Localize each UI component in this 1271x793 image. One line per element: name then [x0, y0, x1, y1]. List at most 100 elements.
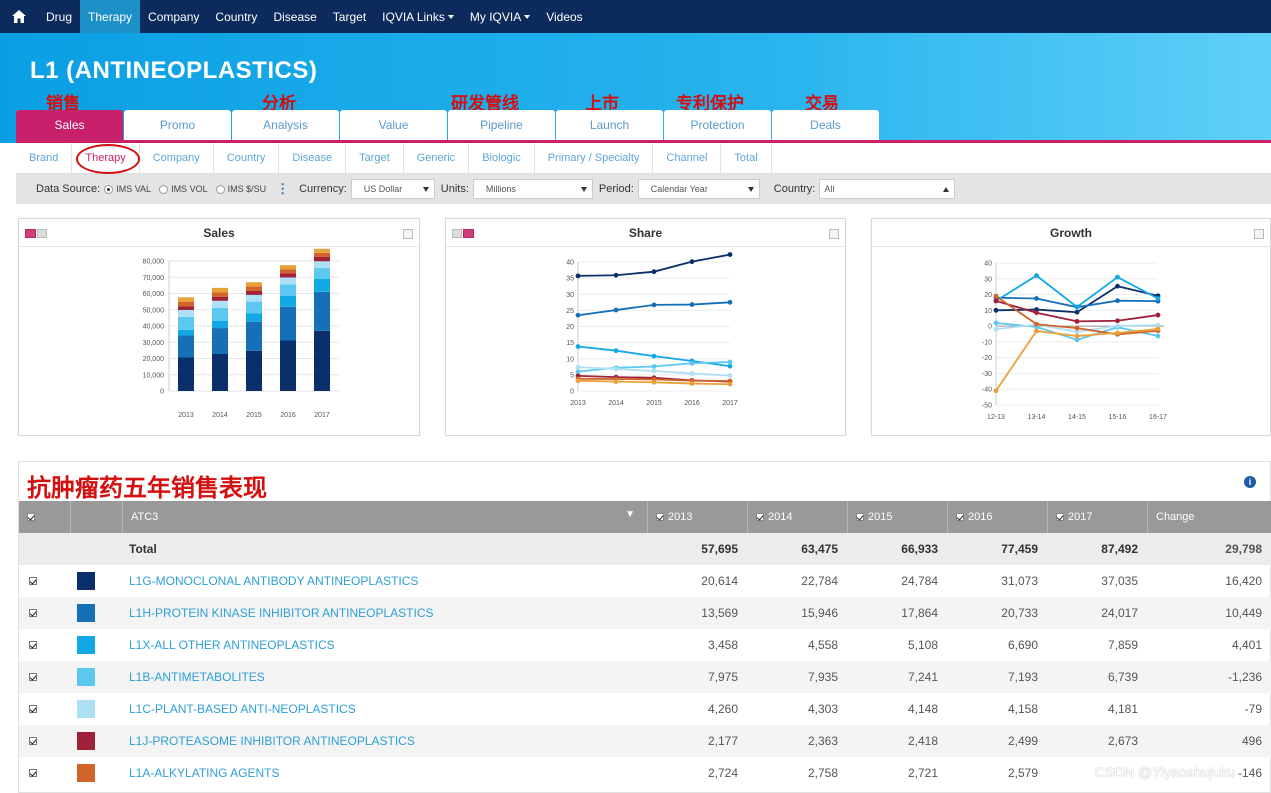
row-checkbox[interactable]: [29, 737, 37, 745]
tab-launch[interactable]: Launch: [556, 110, 663, 140]
row-2014: 15,946: [801, 606, 838, 620]
header-2016[interactable]: 2016: [948, 501, 1048, 533]
data-point: [1034, 328, 1039, 334]
row-name-link[interactable]: L1X-ALL OTHER ANTINEOPLASTICS: [123, 629, 648, 661]
subtab-target[interactable]: Target: [346, 143, 404, 173]
subtab-brand[interactable]: Brand: [16, 143, 73, 173]
header-2015[interactable]: 2015: [848, 501, 948, 533]
header-atc3[interactable]: ATC3 ▼: [123, 501, 648, 533]
tab-deals[interactable]: Deals: [772, 110, 879, 140]
row-checkbox[interactable]: [29, 673, 37, 681]
checkbox[interactable]: [756, 513, 764, 521]
currency-select[interactable]: US Dollar: [350, 179, 435, 199]
expand-icon[interactable]: [829, 229, 839, 239]
subtab-channel[interactable]: Channel: [653, 143, 722, 173]
checkbox[interactable]: [27, 513, 35, 521]
row-checkbox[interactable]: [29, 577, 37, 585]
tab-pipeline[interactable]: Pipeline: [448, 110, 555, 140]
radio-ims-val[interactable]: IMS VAL: [104, 184, 151, 194]
units-select[interactable]: Millions: [472, 179, 593, 199]
nav-company[interactable]: Company: [140, 0, 207, 33]
nav-disease[interactable]: Disease: [265, 0, 324, 33]
data-point: [575, 369, 581, 375]
checkbox[interactable]: [1056, 513, 1064, 521]
period-select[interactable]: Calendar Year: [637, 179, 760, 199]
x-tick-label: 2013: [178, 412, 194, 419]
subtab-generic[interactable]: Generic: [404, 143, 470, 173]
info-icon[interactable]: i: [1244, 476, 1256, 488]
table-icon[interactable]: [37, 229, 47, 238]
nav-drug[interactable]: Drug: [38, 0, 80, 33]
expand-icon[interactable]: [403, 229, 413, 239]
tab-value[interactable]: Value: [340, 110, 447, 140]
expand-icon[interactable]: [1254, 229, 1264, 239]
checkbox[interactable]: [956, 513, 964, 521]
tab-promo[interactable]: Promo: [124, 110, 231, 140]
data-point: [613, 379, 619, 385]
radio-ims-su[interactable]: IMS $/SU: [215, 184, 266, 194]
subtab-biologic[interactable]: Biologic: [469, 143, 535, 173]
subtab-country[interactable]: Country: [214, 143, 280, 173]
row-name-link[interactable]: L1H-PROTEIN KINASE INHIBITOR ANTINEOPLAS…: [123, 597, 648, 629]
header-2013[interactable]: 2013: [648, 501, 748, 533]
bar-chart-icon[interactable]: [452, 229, 462, 238]
nav-iqvia-links[interactable]: IQVIA Links: [374, 0, 462, 33]
row-name-link[interactable]: L1G-MONOCLONAL ANTIBODY ANTINEOPLASTICS: [123, 565, 648, 597]
tab-analysis[interactable]: Analysis: [232, 110, 339, 140]
y-tick-label: -30: [982, 371, 992, 378]
row-name-link[interactable]: L1J-PROTEASOME INHIBITOR ANTINEOPLASTICS: [123, 725, 648, 757]
tab-sales[interactable]: Sales: [16, 110, 123, 140]
nav-therapy[interactable]: Therapy: [80, 0, 141, 33]
subtab-total[interactable]: Total: [721, 143, 772, 173]
data-point: [1074, 318, 1080, 324]
bar-segment: [280, 277, 296, 285]
subtab-company[interactable]: Company: [140, 143, 214, 173]
checkbox[interactable]: [856, 513, 864, 521]
more-options-icon[interactable]: ⋮: [276, 181, 289, 197]
filter-icon[interactable]: ▼: [625, 509, 635, 520]
bar-segment: [178, 297, 194, 302]
row-checkbox[interactable]: [29, 609, 37, 617]
data-point: [689, 259, 695, 265]
tab-protection[interactable]: Protection: [664, 110, 771, 140]
subtab-primary-specialty[interactable]: Primary / Specialty: [535, 143, 654, 173]
header-select-all[interactable]: [19, 501, 71, 533]
data-point: [1034, 273, 1039, 279]
header-2014[interactable]: 2014: [748, 501, 848, 533]
row-checkbox[interactable]: [29, 705, 37, 713]
row-checkbox[interactable]: [29, 769, 37, 777]
nav-my-iqvia[interactable]: My IQVIA: [462, 0, 538, 33]
row-checkbox-cell: [19, 725, 71, 757]
bar-segment: [246, 350, 262, 391]
bar-segment: [280, 340, 296, 391]
row-name: Total: [129, 542, 157, 556]
bar-chart-icon[interactable]: [25, 229, 36, 238]
row-name-link[interactable]: L1A-ALKYLATING AGENTS: [123, 757, 648, 789]
page-title: L1 (ANTINEOPLASTICS): [30, 57, 318, 84]
country-select[interactable]: All: [819, 179, 956, 199]
bar-segment: [246, 313, 262, 322]
nav-videos[interactable]: Videos: [538, 0, 590, 33]
subtab-therapy[interactable]: Therapy: [72, 143, 141, 174]
data-point: [1115, 330, 1120, 336]
radio-ims-vol[interactable]: IMS VOL: [159, 184, 208, 194]
subtab-disease[interactable]: Disease: [279, 143, 347, 173]
nav-country[interactable]: Country: [207, 0, 265, 33]
checkbox[interactable]: [656, 513, 664, 521]
header-2017[interactable]: 2017: [1048, 501, 1148, 533]
data-point: [575, 273, 581, 279]
line-chart-icon[interactable]: [463, 229, 474, 238]
bar-segment: [314, 256, 330, 262]
home-icon[interactable]: [0, 0, 38, 33]
row-name-link[interactable]: L1C-PLANT-BASED ANTI-NEOPLASTICS: [123, 693, 648, 725]
nav-target[interactable]: Target: [325, 0, 374, 33]
nav-my-iqvia-label: My IQVIA: [469, 9, 522, 24]
country-label: Country:: [773, 183, 816, 195]
row-name-link[interactable]: L1B-ANTIMETABOLITES: [123, 661, 648, 693]
table-row: L1G-MONOCLONAL ANTIBODY ANTINEOPLASTICS …: [19, 565, 1271, 597]
header-change[interactable]: Change: [1148, 501, 1271, 533]
bar-segment: [280, 269, 296, 274]
series-line: [995, 274, 1159, 309]
row-checkbox[interactable]: [29, 641, 37, 649]
row-2014: 4,558: [807, 638, 838, 652]
